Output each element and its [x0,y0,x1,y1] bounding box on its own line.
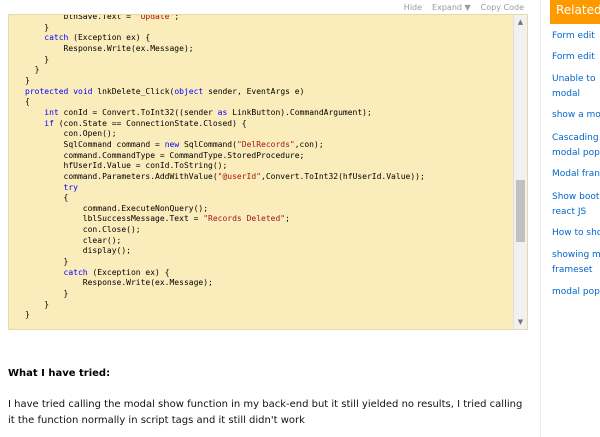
related-link[interactable]: Unable to modal [552,72,595,102]
code-line: catch (Exception ex) { [44,33,151,43]
related-link[interactable]: Form edit [552,50,595,65]
code-line: int conId = Convert.ToInt32((sender as L… [44,107,372,117]
code-line: con.Open(); [25,129,117,139]
code-line: } [25,65,40,75]
related-link[interactable]: How to sho [552,226,600,241]
code-line: { [25,97,30,107]
expand-code-button[interactable]: Expand ▼ [432,3,471,12]
main-content: Hide Expand ▼ Copy Code btnSave.Text = "… [0,0,540,437]
code-line: command.Parameters.AddWithValue("@userId… [25,171,425,181]
code-line: Response.Write(ex.Message); [25,278,213,288]
code-line: hfUserId.Value = conId.ToString(); [25,161,228,171]
code-scrollbar[interactable]: ▲ ▼ [513,15,527,329]
related-sidebar: Related Form edit Form edit Unable to mo… [540,0,600,437]
code-line: Response.Write(ex.Message); [25,43,194,53]
code-line: if (con.State == ConnectionState.Closed)… [44,118,247,128]
related-link[interactable]: Show boot react JS [552,190,599,220]
code-line: } [25,289,69,299]
code-line: } [25,257,69,267]
code-line: con.Close(); [25,225,141,235]
hide-code-button[interactable]: Hide [404,3,422,12]
related-link[interactable]: Modal fran [552,167,600,182]
code-toolbar: Hide Expand ▼ Copy Code [8,0,528,14]
code-line: } [25,299,50,309]
code-line: display(); [25,246,131,256]
code-line: protected void lnkDelete_Click(object se… [25,86,305,96]
code-line: command.ExecuteNonQuery(); [25,203,209,213]
related-link[interactable]: show a mo [552,108,600,123]
code-line: { [25,193,69,203]
related-link[interactable]: showing m frameset [552,248,600,278]
copy-code-button[interactable]: Copy Code [481,3,524,12]
code-line: } [25,22,50,32]
tried-heading: What I have tried: [8,368,111,379]
code-line: } [25,310,30,320]
code-line: lblSuccessMessage.Text = "Records Delete… [25,214,290,224]
code-line: command.CommandType = CommandType.Stored… [25,150,305,160]
related-link[interactable]: modal pop [552,285,600,300]
code-block: btnSave.Text = "Update"; } catch (Except… [8,14,528,330]
related-link[interactable]: Cascading modal pop [552,131,600,161]
related-link[interactable]: Form edit [552,29,595,44]
code-text: btnSave.Text = "Update"; } catch (Except… [25,14,425,321]
related-header: Related [550,0,600,24]
scroll-thumb[interactable] [516,180,525,242]
code-line: SqlCommand command = new SqlCommand("Del… [25,139,324,149]
code-line: } [25,75,30,85]
scroll-up-icon[interactable]: ▲ [514,15,527,29]
code-line: catch (Exception ex) { [63,267,170,277]
code-line: } [25,54,50,64]
scroll-down-icon[interactable]: ▼ [514,315,527,329]
code-line: clear(); [25,235,122,245]
tried-text: I have tried calling the modal show func… [8,399,523,426]
code-line: btnSave.Text = "Update"; [25,14,180,21]
code-line: try [63,182,78,192]
